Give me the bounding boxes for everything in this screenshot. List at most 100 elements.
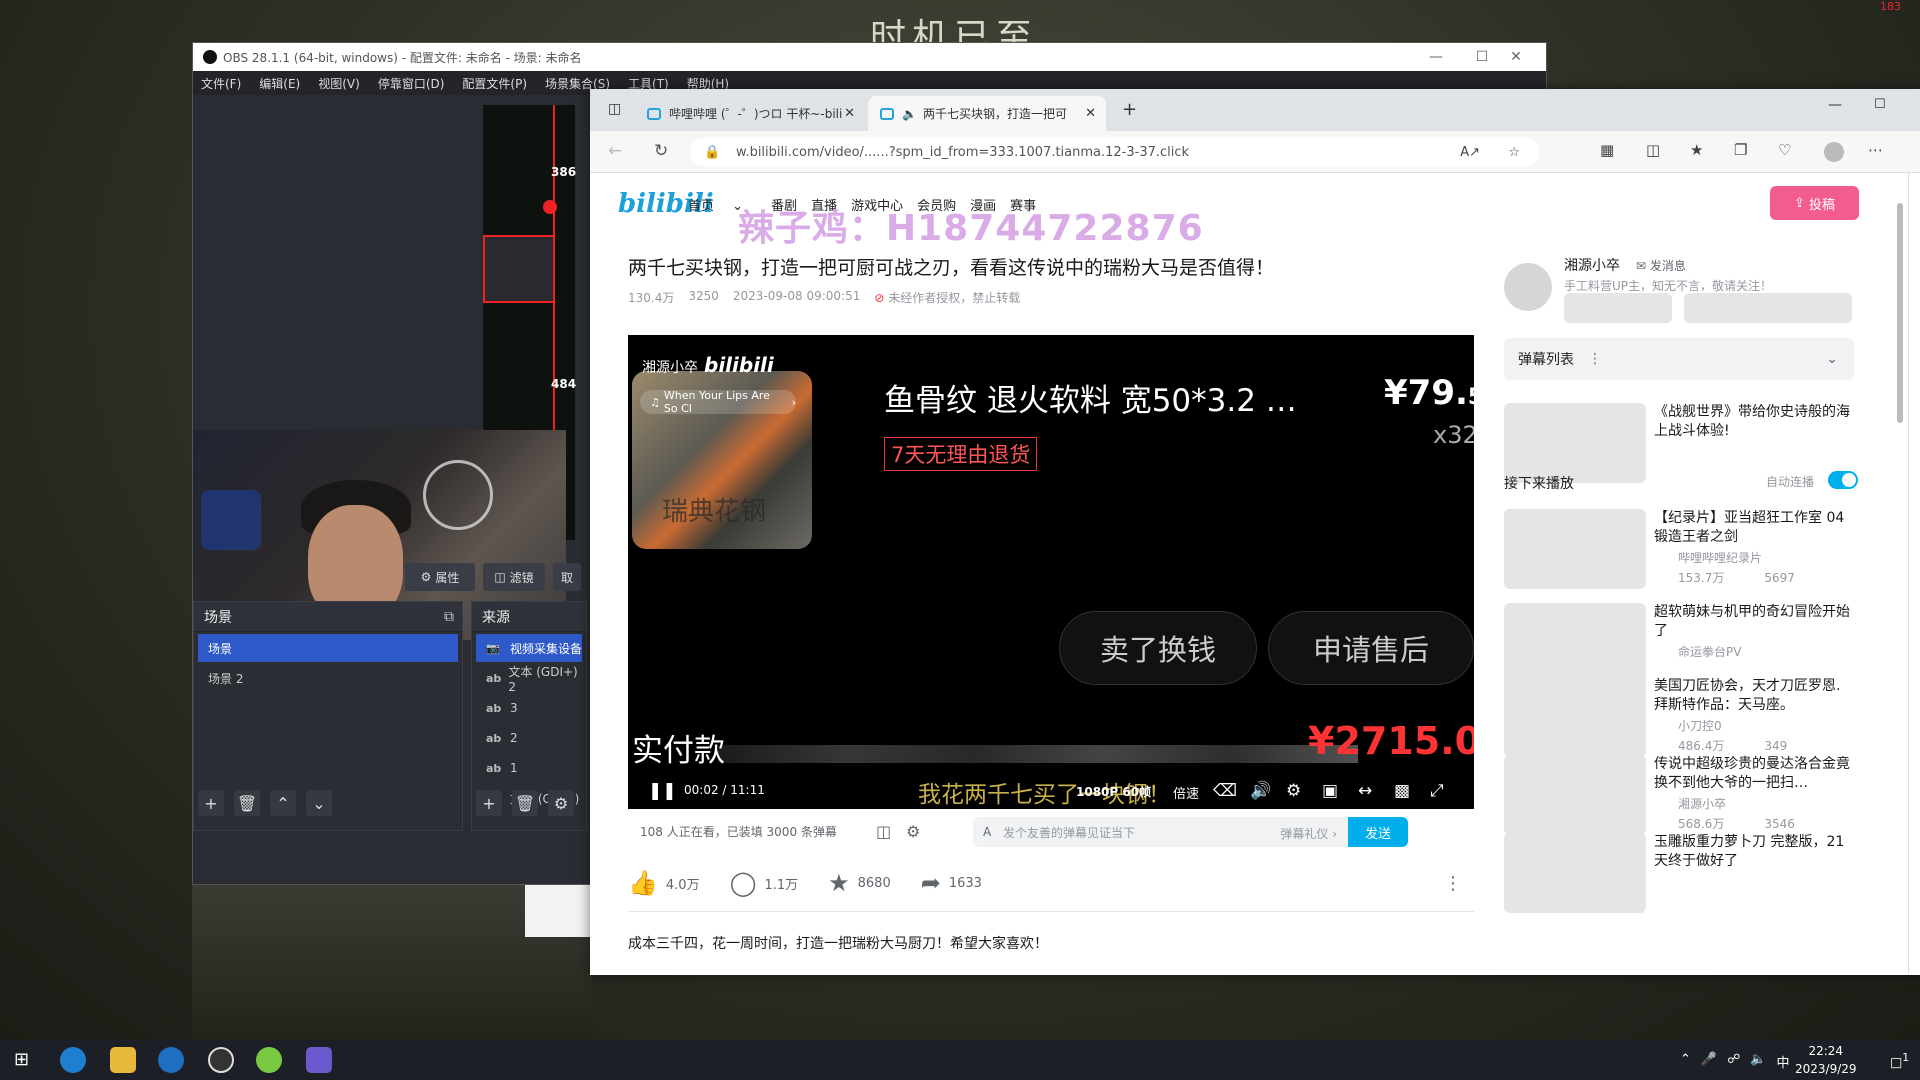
more-icon[interactable]: ⋯ [1868,141,1883,159]
volume-icon[interactable]: 🔊 [1250,781,1271,801]
subtitle-off-icon[interactable]: ⌫ [1213,781,1237,801]
profile-avatar[interactable] [1824,142,1844,162]
properties-button[interactable]: ⚙ 属性 [405,563,475,591]
pause-icon[interactable]: ❚❚ [648,781,677,801]
recommend-card[interactable]: 【纪录片】亚当超狂工作室 04 锻造王者之剑 哔哩哔哩纪录片 153.7万 569… [1504,509,1854,591]
menu-edit[interactable]: 编辑(E) [259,75,300,92]
speed-selector[interactable]: 倍速 [1173,783,1199,802]
scene-item[interactable]: 场景 2 [198,664,458,692]
ime-indicator[interactable]: 中 [1776,1052,1789,1071]
recommend-card[interactable]: 传说中超级珍贵的曼达洛合金竟换不到他大爷的一把扫… 湘源小卒 568.6万 354… [1504,755,1854,837]
danmaku-toggle-icon[interactable]: ◫ [876,822,891,841]
edge-icon[interactable] [60,1047,86,1073]
source-item[interactable]: ab 3 [476,694,582,722]
recommend-card[interactable]: 超软萌妹与机甲的奇幻冒险开始了 命运拳台PV [1504,603,1854,685]
recommend-card[interactable]: 玉雕版重力萝卜刀 完整版，21天终于做好了 [1504,833,1854,915]
chevron-up-icon[interactable]: ⌃ [1680,1052,1691,1071]
favorites-icon[interactable]: ★ [1690,141,1703,159]
font-style-icon[interactable]: A [983,825,991,839]
gear-icon[interactable]: ⚙ [548,790,574,816]
minimize-icon[interactable]: — [1413,43,1459,71]
tab-video[interactable]: 🔈 两千七买块钢，打造一把可 ✕ [868,96,1106,131]
page-scrollbar[interactable] [1897,203,1903,423]
collections-icon[interactable]: ❐ [1734,141,1747,159]
widescreen-icon[interactable]: ↔ [1358,781,1372,801]
menu-file[interactable]: 文件(F) [201,75,241,92]
extensions-icon[interactable]: ▦ [1600,141,1614,159]
refresh-icon[interactable]: ↻ [654,141,668,161]
obs-taskbar-icon[interactable] [208,1047,234,1073]
down-icon[interactable]: ⌄ [306,790,332,816]
windows-start-icon[interactable]: ⊞ [14,1049,29,1070]
tab-actions-icon[interactable]: ◫ [608,101,621,117]
up-icon[interactable]: ⌃ [270,790,296,816]
menu-profile[interactable]: 配置文件(P) [462,75,527,92]
preview-handle[interactable] [543,200,557,214]
heart-icon[interactable]: ♡ [1778,141,1791,159]
danmaku-etiquette-link[interactable]: 弹幕礼仪 › [1280,825,1337,842]
web-fullscreen-icon[interactable]: ▩ [1394,781,1410,801]
network-icon[interactable]: ☍ [1727,1052,1740,1071]
preview-webcam-source[interactable] [483,235,555,303]
minimize-icon[interactable]: — [1828,97,1842,113]
share-button[interactable]: ➦ 1633 [921,869,982,897]
uploader-avatar[interactable] [1504,263,1552,311]
danmaku-settings-icon[interactable]: ⚙ [906,822,920,841]
file-explorer-icon[interactable] [110,1047,136,1073]
fullscreen-icon[interactable]: ⤢ [1430,781,1444,801]
source-item[interactable]: 📷 视频采集设备 [476,634,582,662]
menu-view[interactable]: 视图(V) [318,75,360,92]
split-screen-icon[interactable]: ◫ [1646,141,1660,159]
video-player[interactable]: 瑞典花钢 湘源小卒 bilibili ♫ When Your Lips Are So… [628,335,1474,809]
player-watermark: 湘源小卒 bilibili [642,353,774,377]
follow-button[interactable] [1684,293,1852,323]
more-vertical-icon[interactable]: ⋮ [1444,873,1462,894]
song-chip[interactable]: ♫ When Your Lips Are So Cl › [640,389,796,415]
post-button[interactable]: ⇪ 投稿 [1770,186,1859,220]
filters-button[interactable]: ◫ 滤镜 [483,563,545,591]
danmaku-input[interactable]: A 发个友善的弹幕见证当下 弹幕礼仪 › [973,817,1349,847]
url-field[interactable]: 🔒 w.bilibili.com/video/......?spm_id_fro… [690,138,1540,166]
more-button[interactable]: 取 [553,563,581,591]
close-tab-icon[interactable]: ✕ [1085,106,1096,121]
trash-icon[interactable]: 🗑 [512,790,538,816]
message-link[interactable]: ✉ 发消息 [1636,257,1686,274]
like-button[interactable]: 👍 4.0万 [628,869,700,897]
read-aloud-icon[interactable]: A↗ [1460,145,1480,160]
charge-button[interactable] [1564,293,1672,323]
danmaku-list[interactable]: 弹幕列表 ⋮ ⌄ [1504,338,1854,380]
recommend-card[interactable]: 美国刀匠协会，天才刀匠罗恩.拜斯特作品：天马座。 小刀控0 486.4万 349 [1504,677,1854,759]
favorite-star-icon[interactable]: ☆ [1508,145,1520,160]
new-tab-icon[interactable]: + [1122,99,1137,120]
mic-icon[interactable]: 🎤 [1701,1052,1717,1071]
volume-icon[interactable]: 🔈 [1750,1052,1766,1071]
pip-icon[interactable]: ▣ [1322,781,1338,801]
menu-docks[interactable]: 停靠窗口(D) [378,75,445,92]
close-icon[interactable]: ✕ [1493,43,1539,71]
app-icon-purple[interactable] [306,1047,332,1073]
quality-selector[interactable]: 1080P 60帧 [1076,783,1151,800]
maximize-icon[interactable]: ☐ [1874,97,1886,112]
tab-bilibili-home[interactable]: 哔哩哔哩 (゜-゜)つロ 干杯~-bili ✕ [635,96,865,131]
source-item[interactable]: ab 文本 (GDI+) 2 [476,664,582,694]
trash-icon[interactable]: 🗑 [234,790,260,816]
settings-icon[interactable]: ⚙ [1286,781,1301,801]
autoplay-toggle[interactable] [1828,471,1858,489]
back-icon[interactable]: ← [608,141,622,161]
close-tab-icon[interactable]: ✕ [844,106,855,121]
favorite-button[interactable]: ★ 8680 [828,869,891,897]
app-icon-blue[interactable] [158,1047,184,1073]
undock-icon[interactable]: ⧉ [444,609,454,625]
app-icon-green[interactable] [256,1047,282,1073]
source-item[interactable]: ab 2 [476,724,582,752]
clock[interactable]: 22:24 2023/9/29 [1795,1042,1857,1078]
coin-button[interactable]: ◯ 1.1万 [730,869,799,897]
notification-icon[interactable]: □1 [1890,1051,1909,1070]
uploader-name[interactable]: 湘源小卒 [1564,255,1620,275]
add-icon[interactable]: + [198,790,224,816]
source-item[interactable]: ab 1 [476,754,582,782]
scene-item[interactable]: 场景 [198,634,458,662]
send-danmaku-button[interactable]: 发送 [1348,817,1408,847]
more-vertical-icon[interactable]: ⋮ [1588,351,1602,367]
add-icon[interactable]: + [476,790,502,816]
